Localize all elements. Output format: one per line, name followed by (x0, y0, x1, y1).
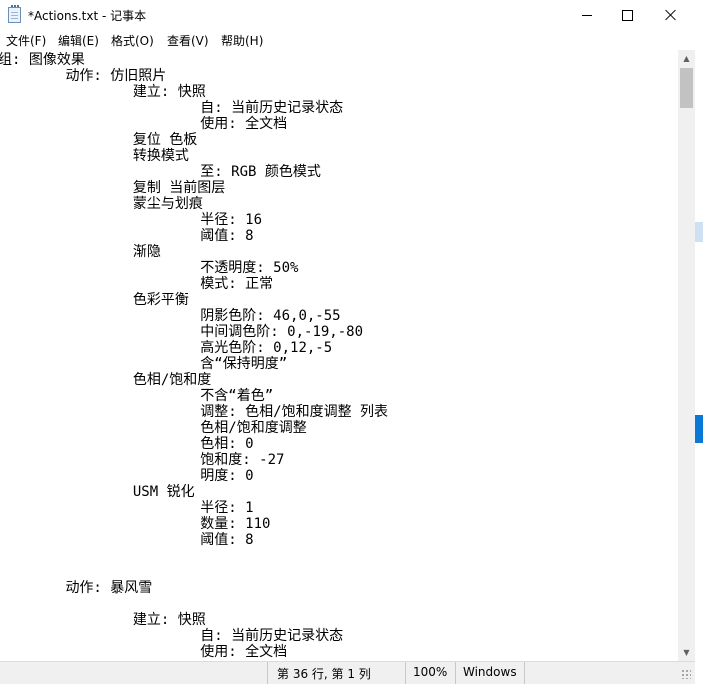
menu-edit[interactable]: 编辑(E) (58, 32, 99, 49)
zoom-level: 100% (413, 665, 448, 679)
background-window-edge (695, 222, 703, 242)
maximize-button[interactable] (604, 0, 650, 30)
menu-view[interactable]: 查看(V) (167, 32, 209, 49)
resize-grip-icon[interactable] (681, 669, 691, 679)
editor-content[interactable]: 组: 图像效果 动作: 仿旧照片 建立: 快照 自: 当前历史记录状态 使用: … (0, 52, 388, 660)
status-divider (524, 662, 525, 684)
status-divider (267, 662, 268, 684)
cursor-position: 第 36 行, 第 1 列 (277, 667, 371, 681)
scroll-down-arrow-icon[interactable]: ▼ (678, 644, 695, 661)
status-bar: 第 36 行, 第 1 列 100% Windows (0, 661, 695, 684)
minimize-icon (582, 14, 592, 16)
notepad-icon (8, 5, 21, 23)
vertical-scrollbar[interactable]: ▲ ▼ (678, 50, 695, 661)
maximize-icon (621, 9, 633, 21)
status-divider (455, 662, 456, 684)
scrollbar-thumb[interactable] (680, 68, 693, 108)
menu-file[interactable]: 文件(F) (6, 32, 46, 49)
close-button[interactable] (648, 0, 694, 30)
menu-format[interactable]: 格式(O) (111, 32, 154, 49)
scroll-up-arrow-icon[interactable]: ▲ (678, 50, 695, 67)
line-ending: Windows (463, 665, 517, 679)
menu-help[interactable]: 帮助(H) (221, 32, 263, 49)
text-editor[interactable]: 组: 图像效果 动作: 仿旧照片 建立: 快照 自: 当前历史记录状态 使用: … (0, 50, 678, 661)
close-icon (665, 9, 677, 21)
window-edge (695, 0, 703, 690)
status-divider (405, 662, 406, 684)
background-window-accent-edge (695, 415, 703, 443)
title-bar[interactable]: *Actions.txt - 记事本 (0, 0, 703, 30)
window-title: *Actions.txt - 记事本 (28, 9, 147, 23)
menu-bar: 文件(F) 编辑(E) 格式(O) 查看(V) 帮助(H) (0, 30, 703, 51)
